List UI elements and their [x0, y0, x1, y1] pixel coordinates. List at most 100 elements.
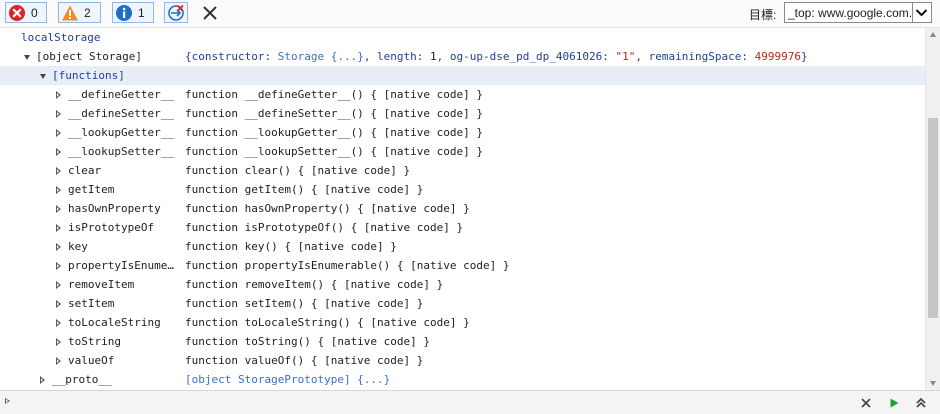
function-name: clear	[68, 164, 102, 177]
expand-triangle-icon[interactable]	[40, 74, 46, 79]
function-value: function __defineSetter__() { [native co…	[185, 107, 484, 120]
collapsed-triangle-icon[interactable]	[40, 376, 45, 384]
collapsed-triangle-icon[interactable]	[56, 91, 61, 99]
object-row[interactable]: [object Storage] {constructor: Storage {…	[0, 47, 925, 66]
clear-on-navigate-button[interactable]	[164, 2, 188, 23]
collapsed-triangle-icon[interactable]	[56, 338, 61, 346]
function-value: function valueOf() { [native code] }	[185, 354, 424, 367]
function-row[interactable]: setItem function setItem() { [native code…	[0, 294, 925, 313]
summary-close: }	[800, 50, 808, 63]
console-output: localStorage [object Storage] {construct…	[0, 28, 925, 390]
function-row[interactable]: valueOf function valueOf() { [native code…	[0, 351, 925, 370]
warning-count: 2	[84, 5, 91, 20]
close-x-icon[interactable]	[200, 3, 220, 23]
function-row[interactable]: getItem function getItem() { [native code…	[0, 180, 925, 199]
collapsed-triangle-icon[interactable]	[56, 148, 61, 156]
function-name: isPrototypeOf	[68, 221, 155, 234]
root-label: localStorage	[21, 31, 101, 44]
collapsed-triangle-icon[interactable]	[56, 186, 61, 194]
function-name: __defineSetter__	[68, 107, 174, 120]
function-row[interactable]: isPrototypeOf function isPrototypeOf() { …	[0, 218, 925, 237]
target-select[interactable]: _top: www.google.com.tw	[784, 2, 932, 23]
warning-count-button[interactable]: 2	[58, 2, 101, 23]
function-value: function toString() { [native code] }	[185, 335, 431, 348]
function-row[interactable]: __defineGetter__ function __defineGetter_…	[0, 85, 925, 104]
item-key: , og-up-dse_pd_dp_4061026:	[436, 50, 616, 63]
collapsed-triangle-icon[interactable]	[56, 129, 61, 137]
length-value: 1	[430, 50, 437, 63]
function-name: removeItem	[68, 278, 135, 291]
collapsed-triangle-icon[interactable]	[56, 357, 61, 365]
function-name: getItem	[68, 183, 115, 196]
function-name: toString	[68, 335, 121, 348]
collapsed-triangle-icon[interactable]	[56, 167, 61, 175]
function-value: function clear() { [native code] }	[185, 164, 411, 177]
proto-row[interactable]: __proto__ [object StoragePrototype] {...…	[0, 370, 925, 389]
collapsed-triangle-icon[interactable]	[56, 205, 61, 213]
function-row[interactable]: removeItem function removeItem() { [nativ…	[0, 275, 925, 294]
target-label: 目標:	[749, 8, 777, 22]
function-row[interactable]: __lookupSetter__ function __lookupSetter_…	[0, 142, 925, 161]
info-count: 1	[138, 5, 145, 20]
function-name: __defineGetter__	[68, 88, 174, 101]
info-count-button[interactable]: 1	[112, 2, 154, 23]
function-value: function __lookupGetter__() { [native co…	[185, 126, 484, 139]
warning-triangle-icon	[62, 5, 78, 20]
collapsed-triangle-icon[interactable]	[56, 319, 61, 327]
summary-open: {	[185, 50, 192, 63]
function-row[interactable]: __defineSetter__ function __defineSetter_…	[0, 104, 925, 123]
function-row[interactable]: clear function clear() { [native code] }	[0, 161, 925, 180]
collapsed-triangle-icon[interactable]	[56, 224, 61, 232]
function-name: hasOwnProperty	[68, 202, 161, 215]
console-input-echo: localStorage	[0, 28, 925, 47]
proto-value[interactable]: [object StoragePrototype] {...}	[185, 370, 390, 389]
collapsed-triangle-icon[interactable]	[56, 110, 61, 118]
prompt-chevron-icon	[5, 398, 10, 404]
object-name: [object Storage]	[36, 50, 142, 63]
vertical-scrollbar[interactable]	[925, 28, 940, 390]
scroll-down-icon[interactable]	[930, 381, 936, 386]
collapsed-triangle-icon[interactable]	[56, 281, 61, 289]
function-value: function hasOwnProperty() { [native code…	[185, 202, 470, 215]
function-row[interactable]: toLocaleString function toLocaleString() …	[0, 313, 925, 332]
function-value: function key() { [native code] }	[185, 240, 397, 253]
expand-up-icon[interactable]	[914, 396, 928, 410]
remaining-key: , remainingSpace:	[635, 50, 755, 63]
function-row[interactable]: hasOwnProperty function hasOwnProperty() …	[0, 199, 925, 218]
collapsed-triangle-icon[interactable]	[56, 300, 61, 308]
error-count-button[interactable]: 0	[5, 2, 47, 23]
expand-triangle-icon[interactable]	[24, 55, 30, 60]
function-row[interactable]: toString function toString() { [native co…	[0, 332, 925, 351]
constructor-value[interactable]: Storage {...}	[278, 50, 364, 63]
info-circle-icon	[116, 4, 132, 21]
function-name: __lookupSetter__	[68, 145, 174, 158]
function-name: key	[68, 240, 88, 253]
target-value: _top: www.google.com.tw	[788, 6, 912, 20]
function-value: function removeItem() { [native code] }	[185, 278, 444, 291]
functions-group-row[interactable]: [functions]	[0, 66, 925, 85]
length-key: , length:	[363, 50, 431, 63]
clear-x-icon[interactable]	[859, 396, 873, 410]
scroll-up-icon[interactable]	[930, 32, 936, 37]
run-play-icon[interactable]	[887, 396, 901, 410]
function-value: function __defineGetter__() { [native co…	[185, 88, 484, 101]
function-value: function setItem() { [native code] }	[185, 297, 424, 310]
collapsed-triangle-icon[interactable]	[56, 262, 61, 270]
function-row[interactable]: propertyIsEnume… function propertyIsEnume…	[0, 256, 925, 275]
function-name: valueOf	[68, 354, 115, 367]
function-name: propertyIsEnume…	[68, 259, 174, 272]
scroll-thumb[interactable]	[928, 118, 938, 318]
function-row[interactable]: __lookupGetter__ function __lookupGetter_…	[0, 123, 925, 142]
chevron-down-icon[interactable]	[912, 3, 931, 22]
function-row[interactable]: key function key() { [native code] }	[0, 237, 925, 256]
function-value: function toLocaleString() { [native code…	[185, 316, 470, 329]
clear-on-navigate-icon	[168, 4, 184, 21]
function-name: toLocaleString	[68, 316, 161, 329]
console-input-bar[interactable]	[0, 390, 940, 414]
constructor-key: constructor:	[191, 50, 278, 63]
remaining-value: 4999976	[754, 50, 801, 63]
item-value: "1"	[615, 50, 636, 63]
collapsed-triangle-icon[interactable]	[56, 243, 61, 251]
console-toolbar: 0 2 1 目標: _top: www.google.com.tw	[0, 0, 940, 28]
function-value: function isPrototypeOf() { [native code]…	[185, 221, 464, 234]
